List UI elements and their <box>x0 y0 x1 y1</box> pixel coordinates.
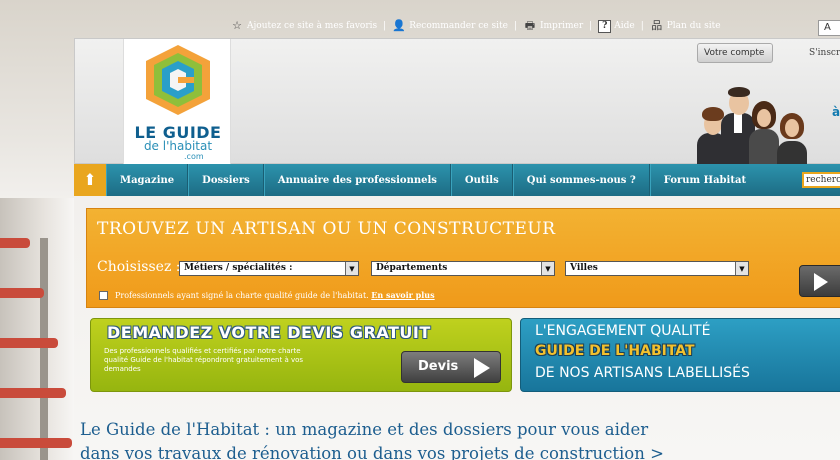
departments-select-value: Départements <box>376 263 448 273</box>
signin-link[interactable]: S'inscri <box>809 48 840 58</box>
help-icon: ? <box>598 19 612 33</box>
intro-line2: dans vos travaux de rénovation ou dans v… <box>80 444 664 460</box>
search-input[interactable]: recherc <box>802 172 840 188</box>
print-label: Imprimer <box>539 21 584 31</box>
recommend-link[interactable]: 👤 Recommander ce site <box>392 20 508 32</box>
commitment-line1: L'ENGAGEMENT QUALITÉ <box>535 323 711 339</box>
home-icon: ⬆ <box>83 170 97 189</box>
commitment-line2: GUIDE DE L'HABITAT <box>535 343 695 359</box>
nav-item-dossiers[interactable]: Dossiers <box>188 164 264 196</box>
quality-commitment-banner[interactable]: L'ENGAGEMENT QUALITÉ GUIDE DE L'HABITAT … <box>520 318 840 392</box>
header: LE GUIDE de l'habitat .com Votre compte … <box>74 38 840 171</box>
logo-domain: .com <box>184 152 204 161</box>
printer-icon: 🖶 <box>524 19 536 32</box>
team-photo <box>697 83 807 171</box>
nav-item-tools[interactable]: Outils <box>450 164 513 196</box>
intro-heading[interactable]: Le Guide de l'Habitat : un magazine et d… <box>80 418 840 460</box>
quality-charter-checkbox[interactable] <box>99 291 108 300</box>
favorites-label: Ajoutez ce site à mes favoris <box>247 21 378 31</box>
departments-select[interactable]: Départements ▼ <box>371 261 555 276</box>
play-arrow-icon <box>814 273 828 291</box>
finder-title: TROUVEZ UN ARTISAN OU UN CONSTRUCTEUR <box>97 219 556 239</box>
site-logo[interactable]: LE GUIDE de l'habitat .com <box>123 39 231 165</box>
commitment-line3: DE NOS ARTISANS LABELLISÉS <box>535 365 750 381</box>
help-link[interactable]: ? Aide <box>598 19 635 33</box>
cities-select[interactable]: Villes ▼ <box>565 261 749 276</box>
header-tagline: à <box>832 105 840 119</box>
separator: | <box>513 21 517 31</box>
quote-banner-title: DEMANDEZ VOTRE DEVIS GRATUIT <box>107 323 431 342</box>
play-arrow-icon <box>474 358 490 378</box>
staircase-photo <box>0 198 74 460</box>
sitemap-label: Plan du site <box>666 21 721 31</box>
font-size-button[interactable]: A <box>818 20 840 36</box>
main-nav: ⬆ Magazine Dossiers Annuaire des profess… <box>74 164 840 196</box>
chevron-down-icon: ▼ <box>541 262 554 275</box>
quote-button[interactable]: Devis <box>401 351 501 383</box>
nav-item-directory[interactable]: Annuaire des professionnels <box>263 164 451 196</box>
trades-select[interactable]: Métiers / spécialités : ▼ <box>179 261 359 276</box>
learn-more-link[interactable]: En savoir plus <box>371 290 434 300</box>
quality-charter-note: Professionnels ayant signé la charte qua… <box>115 290 435 300</box>
nav-item-about[interactable]: Qui sommes-nous ? <box>512 164 650 196</box>
logo-subtitle: de l'habitat <box>143 139 213 153</box>
quality-charter-text: Professionnels ayant signé la charte qua… <box>115 291 369 300</box>
search-go-button[interactable] <box>799 265 840 297</box>
logo-g-icon <box>146 45 210 115</box>
sitemap-link[interactable]: 品 Plan du site <box>650 19 721 32</box>
star-icon: ☆ <box>232 19 242 32</box>
separator: | <box>589 21 593 31</box>
intro-line1: Le Guide de l'Habitat : un magazine et d… <box>80 420 649 439</box>
separator: | <box>640 21 644 31</box>
choose-label: Choisissez : <box>97 259 181 275</box>
favorites-link[interactable]: ☆ Ajoutez ce site à mes favoris <box>230 20 377 32</box>
chevron-down-icon: ▼ <box>345 262 358 275</box>
artisan-finder: TROUVEZ UN ARTISAN OU UN CONSTRUCTEUR Ch… <box>86 208 840 308</box>
chevron-down-icon: ▼ <box>735 262 748 275</box>
nav-item-forum[interactable]: Forum Habitat <box>649 164 759 196</box>
nav-item-magazine[interactable]: Magazine <box>106 164 189 196</box>
account-button[interactable]: Votre compte <box>697 43 773 63</box>
recommend-label: Recommander ce site <box>409 21 508 31</box>
home-button[interactable]: ⬆ <box>74 164 106 196</box>
help-label: Aide <box>614 21 635 31</box>
trades-select-value: Métiers / spécialités : <box>184 263 293 273</box>
quote-banner-text: Des professionnels qualifiés et certifié… <box>104 347 304 373</box>
cities-select-value: Villes <box>570 263 598 273</box>
separator: | <box>383 21 387 31</box>
person-icon: 👤 <box>392 19 407 32</box>
quote-banner[interactable]: DEMANDEZ VOTRE DEVIS GRATUIT Des profess… <box>90 318 512 392</box>
top-toolbar: ☆ Ajoutez ce site à mes favoris | 👤 Reco… <box>230 16 731 36</box>
quote-button-label: Devis <box>418 359 459 374</box>
sitemap-icon: 品 <box>651 19 663 32</box>
print-link[interactable]: 🖶 Imprimer <box>523 20 583 32</box>
